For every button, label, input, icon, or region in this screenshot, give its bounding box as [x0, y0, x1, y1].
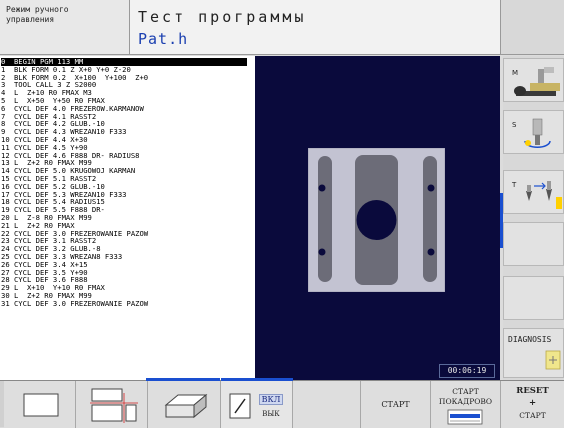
simulation-graphic: 00:06:19 [255, 56, 500, 380]
program-line[interactable]: 12 CYCL DEF 4.6 F888 DR- RADIUS8 [1, 152, 255, 160]
program-line[interactable]: 28 CYCL DEF 3.6 F888 [1, 276, 255, 284]
softkey-view-plan[interactable] [4, 381, 76, 428]
program-line[interactable]: 8 CYCL DEF 4.2 GLUB.-10 [1, 120, 255, 128]
program-line[interactable]: 22 CYCL DEF 3.0 FREZEROWANIE PAZOW [1, 230, 255, 238]
bottom-softkey-empty[interactable] [293, 381, 361, 428]
plan-view-icon [23, 393, 59, 417]
reset-label: RESET [516, 386, 549, 396]
tool-change-icon [526, 181, 562, 209]
start-label: СТАРТ [381, 400, 410, 409]
diagnosis-icon [545, 350, 561, 370]
start-single-label-1: СТАРТ [452, 387, 479, 396]
program-line[interactable]: 17 CYCL DEF 5.3 WREZAN10 F333 [1, 191, 255, 199]
right-softkey-empty-1[interactable] [503, 222, 564, 266]
program-line[interactable]: 21 L Z+2 R0 FMAX [1, 222, 255, 230]
program-line[interactable]: 4 L Z+10 R0 FMAX M3 [1, 89, 255, 97]
mode-line-1: Режим ручного [6, 5, 69, 14]
program-line[interactable]: 16 CYCL DEF 5.2 GLUB.-10 [1, 183, 255, 191]
three-plane-view-icon [90, 388, 138, 423]
program-line[interactable]: 10 CYCL DEF 4.4 X+30 [1, 136, 255, 144]
softkey-start[interactable]: СТАРТ [361, 381, 431, 428]
bottom-softkey-bar: ВКЛ ВЫК СТАРТ СТАРТ ПОКАДРОВО RESET + СТ… [0, 378, 564, 428]
single-block-icon [447, 409, 483, 425]
mode-line-2: управления [6, 15, 55, 24]
program-line[interactable]: 14 CYCL DEF 5.0 KRUGOWOJ KARMAN [1, 167, 255, 175]
program-line[interactable]: 25 CYCL DEF 3.3 WREZAN8 F333 [1, 253, 255, 261]
program-line[interactable]: 3 TOOL CALL 3 Z S2000 [1, 81, 255, 89]
softkey-view-3d[interactable] [148, 381, 221, 428]
program-line[interactable]: 5 L X+50 Y+50 R0 FMAX [1, 97, 255, 105]
t-label: T [512, 181, 517, 189]
drill-hole [427, 248, 435, 256]
drill-hole [427, 184, 435, 192]
reset-start-label: СТАРТ [519, 411, 546, 420]
program-line[interactable]: 15 CYCL DEF 5.1 RASST2 [1, 175, 255, 183]
program-line[interactable]: 1 BLK FORM 0.1 Z X+0 Y+0 Z-20 [1, 66, 255, 74]
header-right-area [500, 0, 564, 55]
program-line[interactable]: 7 CYCL DEF 4.1 RASST2 [1, 113, 255, 121]
start-single-label-2: ПОКАДРОВО [438, 397, 493, 406]
program-line[interactable]: 27 CYCL DEF 3.5 Y+90 [1, 269, 255, 277]
spindle-speed-icon [524, 118, 551, 148]
softkey-view-3-planes[interactable] [76, 381, 148, 428]
program-line[interactable]: 20 L Z-8 R0 FMAX M99 [1, 214, 255, 222]
program-line[interactable]: 30 L Z+2 R0 FMAX M99 [1, 292, 255, 300]
drill-hole [318, 184, 326, 192]
3d-view-icon [164, 393, 208, 419]
right-softkey-empty-2[interactable] [503, 276, 564, 320]
edit-toggle-icon [229, 393, 251, 419]
program-line[interactable]: 6 CYCL DEF 4.0 FREZEROW.KARMANOW [1, 105, 255, 113]
program-header: Тест программы Pat.h [130, 0, 500, 55]
program-line[interactable]: 13 L Z+2 R0 FMAX M99 [1, 159, 255, 167]
program-line[interactable]: 9 CYCL DEF 4.3 WREZAN10 F333 [1, 128, 255, 136]
toggle-on-label: ВКЛ [259, 394, 283, 405]
program-line[interactable]: 18 CYCL DEF 5.4 RADIUS15 [1, 198, 255, 206]
operating-mode-panel: Режим ручного управления [0, 0, 130, 55]
circular-pocket [356, 200, 397, 240]
diagnosis-label: DIAGNOSIS [508, 335, 552, 344]
s-label: S [512, 121, 517, 129]
right-slot [423, 156, 437, 282]
program-line[interactable]: 2 BLK FORM 0.2 X+100 Y+100 Z+0 [1, 74, 255, 82]
softkey-diagnosis[interactable]: DIAGNOSIS [503, 328, 564, 378]
softkey-s-spindle-speed[interactable]: S [503, 110, 564, 154]
program-line[interactable]: 31 CYCL DEF 3.0 FREZEROWANIE PAZOW [1, 300, 255, 308]
workpiece-preview [308, 148, 445, 292]
softkey-m-function[interactable]: M [503, 58, 564, 102]
right-softkey-bar: M S T DIAGNOSIS [503, 56, 564, 380]
toggle-off-label: ВЫК [262, 410, 280, 418]
drill-hole [318, 248, 326, 256]
program-line[interactable]: 24 CYCL DEF 3.2 GLUB.-8 [1, 245, 255, 253]
softkey-on-off-toggle[interactable]: ВКЛ ВЫК [221, 381, 293, 428]
softkey-reset-start[interactable]: RESET + СТАРТ [501, 381, 564, 428]
softkey-start-single-block[interactable]: СТАРТ ПОКАДРОВО [431, 381, 501, 428]
spindle-icon [514, 67, 560, 96]
program-line[interactable]: 26 CYCL DEF 3.4 X+15 [1, 261, 255, 269]
program-line[interactable]: 11 CYCL DEF 4.5 Y+90 [1, 144, 255, 152]
program-filename: Pat.h [138, 30, 189, 48]
mode-title: Тест программы [138, 8, 307, 26]
program-listing[interactable]: 0 BEGIN PGM 113 MM 1 BLK FORM 0.1 Z X+0 Y… [0, 56, 255, 380]
program-line-selected[interactable]: 0 BEGIN PGM 113 MM [1, 58, 247, 66]
reset-plus-label: + [528, 398, 537, 408]
program-line[interactable]: 19 CYCL DEF 5.5 F888 DR- [1, 206, 255, 214]
program-line[interactable]: 29 L X+10 Y+10 R0 FMAX [1, 284, 255, 292]
machining-time: 00:06:19 [439, 364, 495, 378]
softkey-t-tool-call[interactable]: T [503, 170, 564, 214]
program-line[interactable]: 23 CYCL DEF 3.1 RASST2 [1, 237, 255, 245]
left-slot [318, 156, 332, 282]
